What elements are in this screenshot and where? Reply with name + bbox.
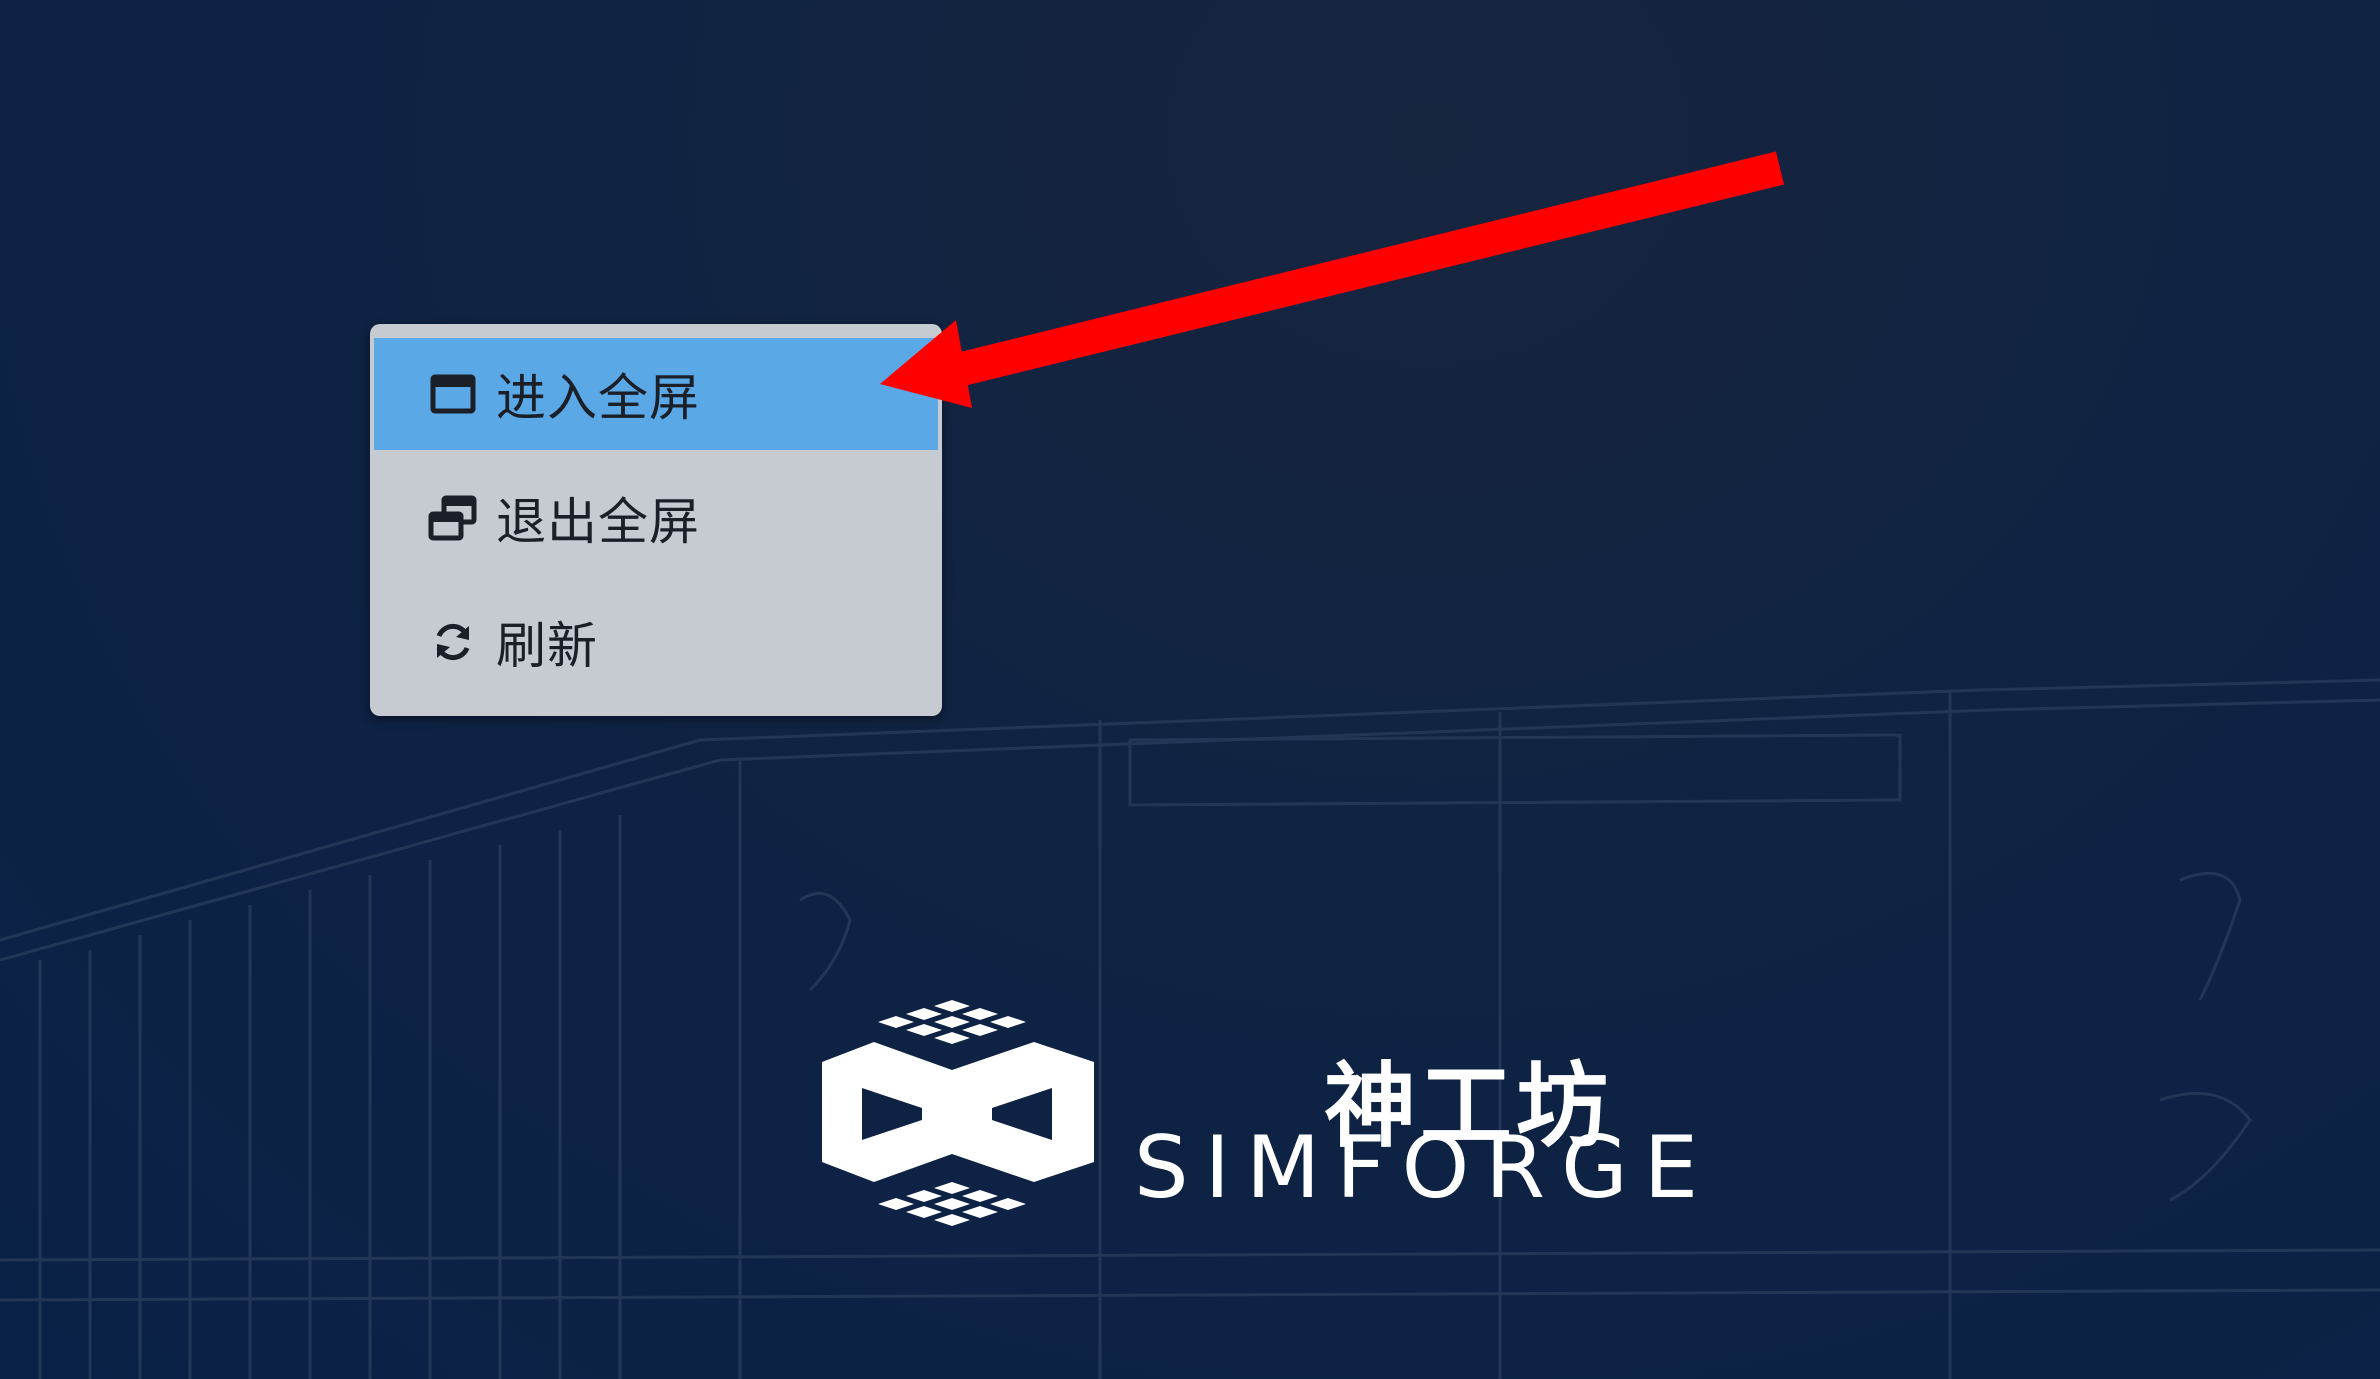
context-menu: 进入全屏 退出全屏 刷新 bbox=[370, 324, 942, 716]
menu-item-label: 进入全屏 bbox=[496, 369, 700, 427]
refresh-icon bbox=[428, 617, 478, 667]
menu-item-enter-fullscreen[interactable]: 进入全屏 bbox=[374, 338, 938, 450]
maximize-window-icon bbox=[428, 369, 478, 419]
menu-item-refresh[interactable]: 刷新 bbox=[374, 586, 938, 698]
simforge-logo: 神工坊 SIMFORGE bbox=[812, 992, 1812, 1252]
menu-item-label: 退出全屏 bbox=[496, 493, 700, 551]
logo-english-name: SIMFORGE bbox=[1134, 1118, 1715, 1218]
logo-mark-icon bbox=[822, 1000, 1094, 1226]
menu-item-label: 刷新 bbox=[496, 617, 598, 675]
annotation-arrow bbox=[880, 151, 1785, 408]
menu-item-exit-fullscreen[interactable]: 退出全屏 bbox=[374, 462, 938, 574]
restore-window-icon bbox=[428, 493, 478, 543]
